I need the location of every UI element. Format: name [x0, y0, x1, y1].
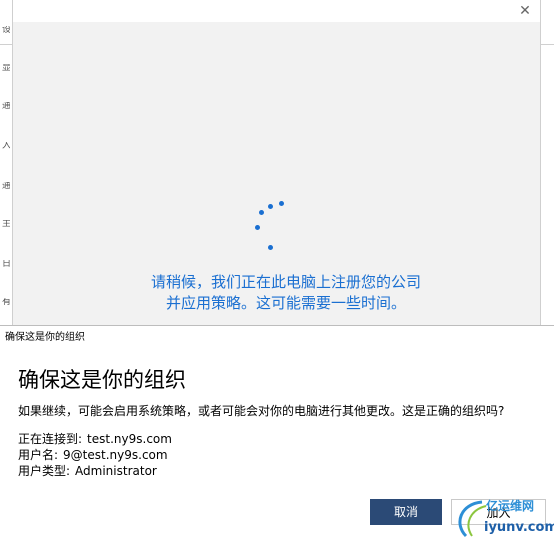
wait-dialog-titlebar: ✕ — [13, 0, 540, 22]
dialog-heading: 确保这是你的组织 — [18, 368, 186, 392]
spinner-dot — [279, 201, 284, 206]
bg-glyph-6: 主 — [2, 220, 10, 229]
user-type-label: 用户类型: — [18, 464, 71, 478]
username-value: 9@test.ny9s.com — [63, 448, 168, 462]
username-line: 用户名: 9@test.ny9s.com — [18, 447, 168, 463]
bg-glyph-8: 有 — [2, 298, 10, 307]
dialog-title: 确保这是你的组织 — [5, 332, 85, 343]
spinner-dot — [255, 225, 260, 230]
cancel-button[interactable]: 取消 — [370, 499, 442, 525]
bg-glyph-4: 入 — [2, 142, 10, 151]
spinner-dot — [268, 204, 273, 209]
bg-glyph-3: 通 — [2, 102, 10, 111]
wait-message: 请稍候，我们正在此电脑上注册您的公司并应用策略。这可能需要一些时间。 — [151, 273, 422, 312]
loading-spinner-icon — [253, 196, 293, 256]
bg-divider-right — [541, 44, 554, 45]
background-settings-window: 设 显 通 入 通 主 日 有 — [0, 0, 12, 330]
connected-to-line: 正在连接到: test.ny9s.com — [18, 431, 172, 447]
spinner-dot — [259, 210, 264, 215]
bg-glyph-2: 显 — [2, 64, 10, 73]
bg-divider — [0, 44, 12, 45]
user-type-value: Administrator — [75, 464, 157, 478]
bg-glyph-5: 通 — [2, 182, 10, 191]
bg-glyph-7: 日 — [2, 260, 10, 269]
connected-to-label: 正在连接到: — [18, 432, 83, 446]
bg-glyph-1: 设 — [2, 26, 10, 35]
watermark-logo: 亿运维网 iyunv.com — [452, 496, 554, 541]
close-icon[interactable]: ✕ — [516, 2, 534, 20]
dialog-description: 如果继续，可能会启用系统策略，或者可能会对你的电脑进行其他更改。这是正确的组织吗… — [18, 404, 505, 418]
background-window-right-edge — [541, 0, 554, 330]
user-type-line: 用户类型: Administrator — [18, 463, 157, 479]
watermark-cn-text: 亿运维网 — [486, 499, 535, 513]
spinner-dot — [268, 245, 273, 250]
watermark-url-text: iyunv.com — [484, 520, 554, 535]
connected-to-value: test.ny9s.com — [87, 432, 172, 446]
username-label: 用户名: — [18, 448, 59, 462]
please-wait-dialog: ✕ 请稍候，我们正在此电脑上注册您的公司并应用策略。这可能需要一些时间。 — [12, 0, 541, 326]
